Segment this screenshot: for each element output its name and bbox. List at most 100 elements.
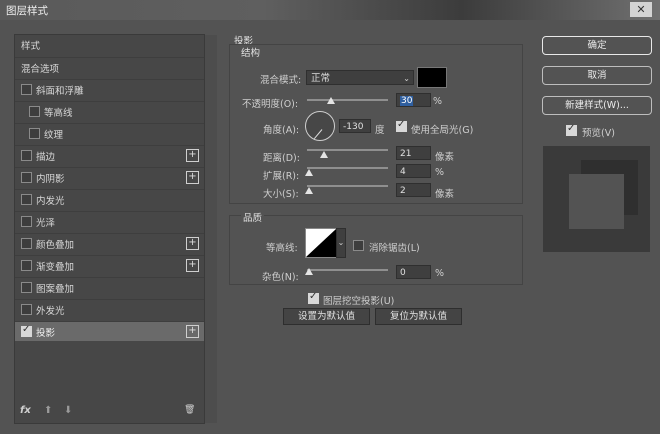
spread-input[interactable]: 4: [396, 164, 431, 178]
contour-checkbox[interactable]: [29, 106, 40, 117]
list-item-label: 描边: [36, 152, 56, 163]
size-input[interactable]: 2: [396, 183, 431, 197]
distance-label: 距离(D):: [263, 153, 300, 164]
list-item-blend-options[interactable]: 混合选项: [15, 57, 204, 77]
styles-toolbar: fx ⬆ ⬇ 🗑: [14, 404, 203, 422]
reset-default-button[interactable]: 复位为默认值: [375, 308, 462, 325]
list-item-label: 纹理: [44, 130, 64, 141]
use-global-light-label: 使用全局光(G): [411, 125, 474, 136]
layer-style-dialog: 图层样式 ✕ 样式 混合选项 斜面和浮雕 等高线 纹理 描边 + 内阴影 + 内…: [0, 0, 660, 434]
fx-icon[interactable]: fx: [20, 405, 31, 416]
list-item-styles[interactable]: 样式: [15, 35, 204, 54]
quality-heading: 品质: [241, 210, 265, 224]
angle-input[interactable]: -130: [339, 119, 371, 133]
list-item-stroke[interactable]: 描边 +: [15, 145, 204, 165]
move-down-icon[interactable]: ⬇: [64, 405, 72, 416]
size-slider-thumb[interactable]: [305, 187, 313, 194]
list-item-inner-glow[interactable]: 内发光: [15, 189, 204, 209]
title-bar[interactable]: 图层样式 ✕: [0, 0, 660, 20]
add-drop-shadow-icon[interactable]: +: [186, 325, 199, 338]
cancel-button[interactable]: 取消: [542, 66, 652, 85]
list-item-label: 图案叠加: [36, 284, 75, 295]
use-global-light-checkbox[interactable]: [396, 119, 407, 132]
add-gradient-overlay-icon[interactable]: +: [186, 259, 199, 272]
angle-unit: 度: [375, 125, 385, 136]
list-item-label: 等高线: [44, 108, 73, 119]
opacity-label: 不透明度(O):: [242, 99, 299, 110]
list-item-inner-shadow[interactable]: 内阴影 +: [15, 167, 204, 187]
layer-knockout-checkbox[interactable]: [308, 291, 319, 304]
list-item-outer-glow[interactable]: 外发光: [15, 299, 204, 319]
gradient-overlay-checkbox[interactable]: [21, 260, 32, 271]
opacity-slider-thumb[interactable]: [327, 97, 335, 104]
add-stroke-icon[interactable]: +: [186, 149, 199, 162]
trash-icon[interactable]: 🗑: [184, 405, 195, 415]
spread-slider[interactable]: [307, 167, 388, 169]
blend-mode-label: 混合模式:: [260, 75, 302, 86]
bevel-emboss-checkbox[interactable]: [21, 84, 32, 95]
spread-slider-thumb[interactable]: [305, 169, 313, 176]
drop-shadow-checkbox[interactable]: [21, 324, 32, 337]
list-item-drop-shadow[interactable]: 投影 +: [15, 321, 204, 341]
noise-input[interactable]: 0: [396, 265, 431, 279]
opacity-unit: %: [433, 96, 443, 107]
distance-slider-thumb[interactable]: [320, 151, 328, 158]
contour-curve-icon: [306, 229, 336, 257]
contour-label: 等高线:: [266, 243, 298, 254]
antialias-checkbox[interactable]: [353, 240, 364, 251]
angle-dial-needle: [313, 129, 323, 140]
distance-input[interactable]: 21: [396, 146, 431, 160]
add-color-overlay-icon[interactable]: +: [186, 237, 199, 250]
antialias-label: 消除锯齿(L): [369, 243, 420, 254]
ok-button[interactable]: 确定: [542, 36, 652, 55]
list-item-contour[interactable]: 等高线: [15, 101, 204, 121]
list-item-label: 光泽: [36, 218, 56, 229]
list-item-label: 外发光: [36, 306, 65, 317]
blend-mode-select[interactable]: 正常 ⌄: [306, 70, 414, 85]
shadow-color-swatch[interactable]: [417, 67, 447, 88]
noise-slider[interactable]: [307, 269, 388, 271]
structure-heading: 结构: [241, 48, 261, 59]
satin-checkbox[interactable]: [21, 216, 32, 227]
preview-swatch: [569, 174, 624, 229]
list-item-satin[interactable]: 光泽: [15, 211, 204, 231]
angle-dial[interactable]: [305, 111, 335, 141]
list-item-color-overlay[interactable]: 颜色叠加 +: [15, 233, 204, 253]
stroke-checkbox[interactable]: [21, 150, 32, 161]
opacity-input[interactable]: 30: [396, 93, 431, 107]
list-item-pattern-overlay[interactable]: 图案叠加: [15, 277, 204, 297]
layer-knockout-label: 图层挖空投影(U): [323, 296, 395, 307]
color-overlay-checkbox[interactable]: [21, 238, 32, 249]
move-up-icon[interactable]: ⬆: [44, 405, 52, 416]
styles-list: 样式 混合选项 斜面和浮雕 等高线 纹理 描边 + 内阴影 + 内发光 光泽 颜…: [14, 34, 217, 424]
list-item-texture[interactable]: 纹理: [15, 123, 204, 143]
spread-label: 扩展(R):: [263, 171, 300, 182]
preview-box: [543, 146, 650, 252]
add-inner-shadow-icon[interactable]: +: [186, 171, 199, 184]
contour-dropdown-chevron-icon[interactable]: ⌄: [336, 228, 346, 258]
list-item-label: 内阴影: [36, 174, 65, 185]
list-item-label: 投影: [36, 328, 56, 339]
list-item-gradient-overlay[interactable]: 渐变叠加 +: [15, 255, 204, 275]
texture-checkbox[interactable]: [29, 128, 40, 139]
opacity-slider[interactable]: [307, 99, 388, 101]
list-item-bevel-emboss[interactable]: 斜面和浮雕: [15, 79, 204, 99]
outer-glow-checkbox[interactable]: [21, 304, 32, 315]
inner-glow-checkbox[interactable]: [21, 194, 32, 205]
pattern-overlay-checkbox[interactable]: [21, 282, 32, 293]
noise-unit: %: [435, 268, 445, 279]
inner-shadow-checkbox[interactable]: [21, 172, 32, 183]
list-item-label: 颜色叠加: [36, 240, 75, 251]
new-style-button[interactable]: 新建样式(W)...: [542, 96, 652, 115]
list-item-label: 样式: [21, 41, 41, 52]
noise-slider-thumb[interactable]: [305, 268, 313, 275]
close-button[interactable]: ✕: [630, 2, 652, 17]
size-slider[interactable]: [307, 185, 388, 187]
list-item-label: 内发光: [36, 196, 65, 207]
contour-picker[interactable]: [305, 228, 337, 258]
list-item-label: 混合选项: [21, 64, 60, 75]
preview-checkbox[interactable]: [566, 123, 577, 136]
styles-scrollbar[interactable]: [204, 35, 217, 423]
set-default-button[interactable]: 设置为默认值: [283, 308, 370, 325]
list-item-label: 斜面和浮雕: [36, 86, 84, 97]
